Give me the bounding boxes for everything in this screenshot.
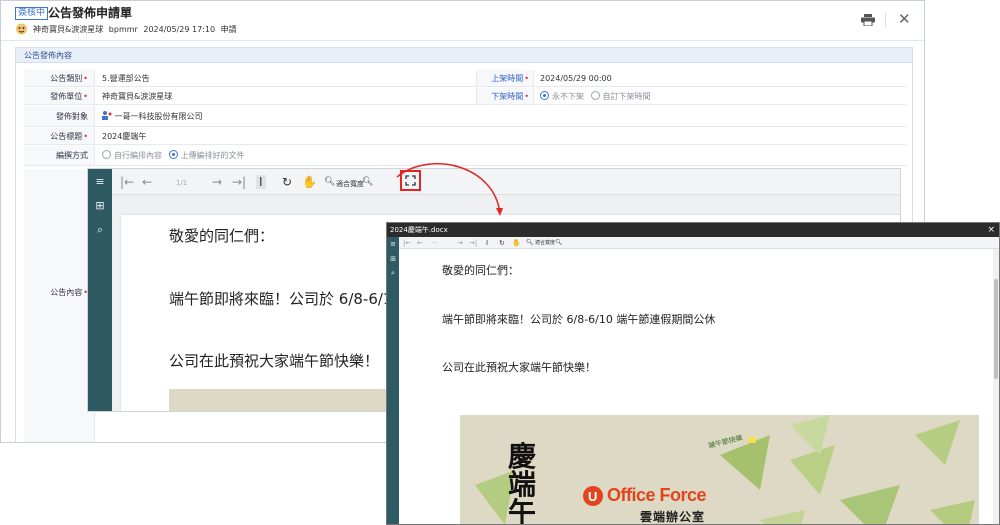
popup-search-icon[interactable]: ⌕	[389, 269, 397, 277]
popup-zoom-out-icon[interactable]: 🔍︎	[526, 238, 534, 248]
popup-thumbnails-icon[interactable]: ⊞	[389, 255, 397, 263]
popup-fit-width-select[interactable]: 適合寬度	[535, 238, 555, 248]
popup-scrollbar[interactable]	[993, 249, 999, 524]
svg-text:U: U	[588, 489, 597, 504]
popup-next-page-icon[interactable]: →	[457, 238, 463, 248]
popup-toolbar: |← ← ··· → →| I ↻ ✋ 🔍︎ 適合寬度 🔍︎	[399, 237, 999, 249]
banner-decoration	[475, 415, 975, 524]
popup-greeting-text: 敬愛的同仁們：	[442, 264, 519, 277]
popup-title: 2024慶端午.docx	[390, 226, 448, 234]
popup-zoom-in-icon[interactable]: 🔍︎	[555, 238, 563, 248]
popup-prev-page-icon[interactable]: ←	[417, 238, 423, 248]
popup-menu-icon[interactable]: ≡	[389, 240, 397, 248]
popup-pan-hand-icon[interactable]: ✋	[512, 238, 521, 248]
calligraphy: 慶 端 午	[508, 440, 537, 525]
fullscreen-viewer-window: 2024慶端午.docx × ≡ ⊞ ⌕ |← ← ··· → →| I ↻ ✋…	[386, 222, 1000, 525]
popup-rotate-icon[interactable]: ↻	[499, 238, 505, 248]
popup-first-page-icon[interactable]: |←	[403, 238, 411, 248]
popup-notice-text: 端午節即將來臨！公司於 6/8-6/10 端午節連假期間公休	[442, 313, 716, 326]
brand-name: Office Force	[607, 485, 707, 505]
popup-sidebar: ≡ ⊞ ⌕	[387, 237, 399, 524]
popup-last-page-icon[interactable]: →|	[469, 238, 477, 248]
popup-wish-text: 公司在此預祝大家端午節快樂！	[442, 361, 596, 374]
scrollbar-thumb[interactable]	[994, 279, 998, 379]
popup-text-select-icon[interactable]: I	[486, 238, 488, 248]
popup-page: 敬愛的同仁們： 端午節即將來臨！公司於 6/8-6/10 端午節連假期間公休 公…	[405, 249, 997, 525]
brand-subtitle: 雲端辦公室	[640, 510, 706, 524]
popup-titlebar: 2024慶端午.docx ×	[387, 223, 999, 237]
dragon-boat-banner: 慶 端 午 U Office Force 雲端辦公室 端午節快樂	[460, 415, 979, 525]
popup-page-indicator[interactable]: ···	[431, 238, 438, 248]
office-force-logo-icon: U	[583, 486, 603, 506]
popup-close-icon[interactable]: ×	[987, 223, 995, 237]
